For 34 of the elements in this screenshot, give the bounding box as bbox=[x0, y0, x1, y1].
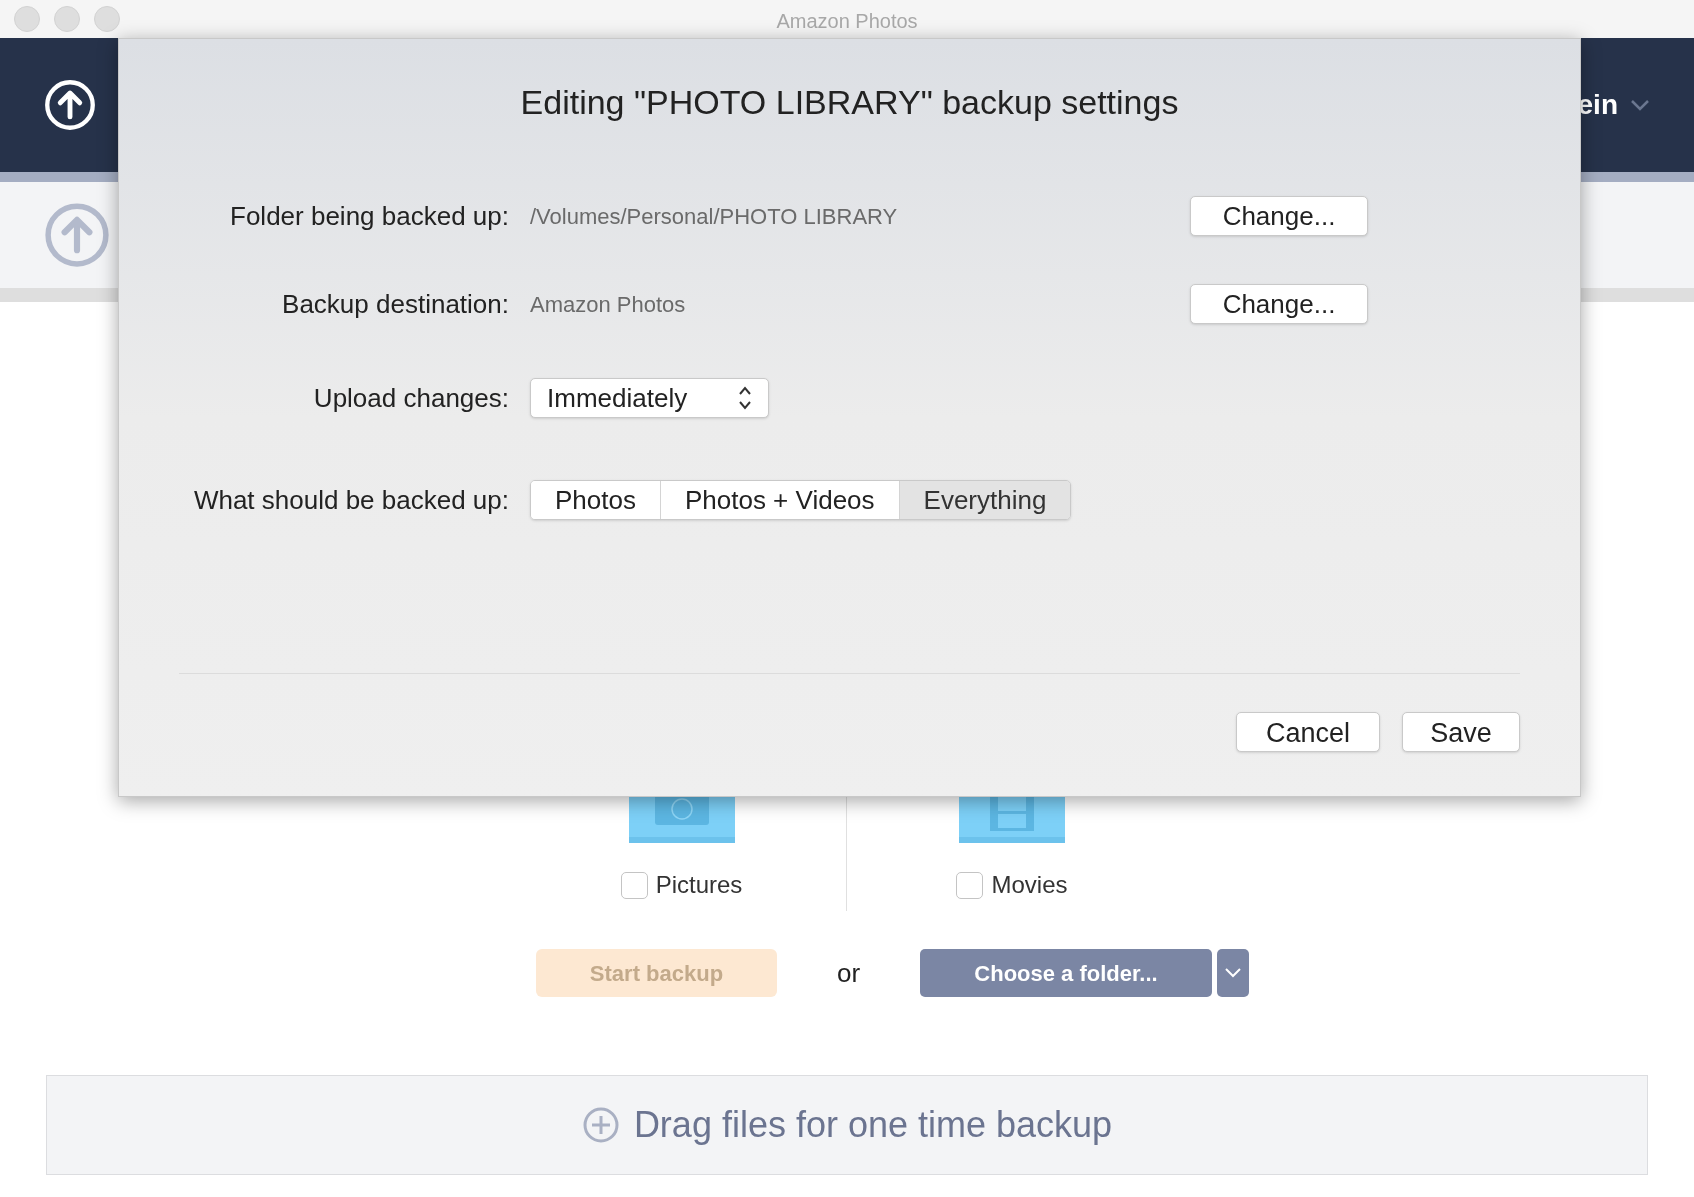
stepper-arrows-icon bbox=[738, 385, 752, 411]
drop-zone-label: Drag files for one time backup bbox=[633, 1103, 1113, 1147]
segment-tab[interactable]: Photos + Videos bbox=[659, 481, 899, 519]
save-button[interactable]: Save bbox=[1402, 712, 1520, 752]
folder-label: Movies bbox=[991, 870, 1068, 900]
checkbox[interactable] bbox=[620, 871, 648, 899]
change-button[interactable]: Change... bbox=[1190, 284, 1368, 324]
window-control[interactable] bbox=[14, 6, 40, 32]
upload-icon bbox=[44, 79, 96, 131]
window-title: Amazon Photos bbox=[775, 9, 919, 34]
folder-label: Pictures bbox=[655, 870, 743, 900]
or-text: or bbox=[835, 956, 862, 990]
field-label: Folder being backed up: bbox=[229, 199, 509, 233]
chevron-down-icon bbox=[1225, 968, 1241, 978]
field-label: Backup destination: bbox=[281, 287, 509, 321]
segment-tab[interactable]: Everything bbox=[898, 481, 1071, 519]
path-value: /Volumes/Personal/PHOTO LIBRARY bbox=[530, 202, 899, 231]
segment-tab[interactable]: Photos bbox=[531, 481, 660, 519]
path-value: Amazon Photos bbox=[530, 290, 687, 319]
chevron-down-icon bbox=[1630, 99, 1650, 111]
dialog-title: Editing "PHOTO LIBRARY" backup settings bbox=[519, 82, 1180, 123]
plus-circle-icon bbox=[581, 1106, 620, 1144]
drop-zone[interactable]: Drag files for one time backup bbox=[46, 1075, 1648, 1175]
choose-folder-button[interactable]: Choose a folder... bbox=[920, 949, 1212, 997]
upload-select[interactable]: Immediately bbox=[530, 378, 769, 418]
dropdown-button[interactable] bbox=[1217, 949, 1249, 997]
change-button[interactable]: Change... bbox=[1190, 196, 1368, 236]
window-control[interactable] bbox=[94, 6, 120, 32]
upload-icon bbox=[44, 202, 110, 268]
cancel-button[interactable]: Cancel bbox=[1236, 712, 1380, 752]
field-label: What should be backed up: bbox=[192, 483, 509, 517]
field-label: Upload changes: bbox=[312, 381, 509, 415]
window-control[interactable] bbox=[54, 6, 80, 32]
checkbox[interactable] bbox=[956, 871, 984, 899]
